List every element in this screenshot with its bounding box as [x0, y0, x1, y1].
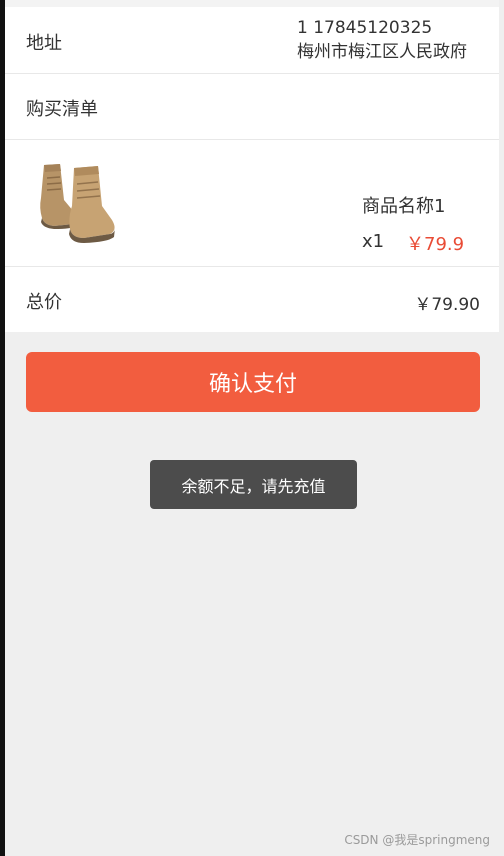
order-card: 地址 1 17845120325 梅州市梅江区人民政府 购买清单 商品名称1 x… — [5, 7, 499, 332]
product-price: ￥79.9 — [406, 234, 465, 255]
address-row[interactable]: 地址 1 17845120325 梅州市梅江区人民政府 — [5, 7, 499, 74]
checkout-page: 地址 1 17845120325 梅州市梅江区人民政府 购买清单 商品名称1 x… — [0, 0, 504, 856]
product-name: 商品名称1 — [362, 196, 446, 217]
watermark: CSDN @我是springmeng — [344, 833, 490, 847]
total-label: 总价 — [26, 292, 62, 313]
confirm-pay-button[interactable]: 确认支付 — [26, 352, 480, 412]
top-strip — [5, 0, 499, 7]
total-row: 总价 ￥79.90 — [5, 267, 499, 332]
address-block: 1 17845120325 梅州市梅江区人民政府 — [297, 16, 467, 64]
boots-icon — [34, 162, 116, 248]
address-phone: 1 17845120325 — [297, 18, 433, 38]
toast-message: 余额不足，请先充值 — [150, 460, 357, 509]
list-item[interactable]: 商品名称1 x1 ￥79.9 — [5, 140, 499, 267]
total-value: ￥79.90 — [414, 295, 480, 315]
purchase-list-header: 购买清单 — [5, 74, 499, 140]
address-label: 地址 — [26, 33, 62, 54]
product-quantity: x1 — [362, 231, 385, 252]
address-location: 梅州市梅江区人民政府 — [297, 42, 467, 62]
purchase-list-title: 购买清单 — [26, 99, 98, 120]
